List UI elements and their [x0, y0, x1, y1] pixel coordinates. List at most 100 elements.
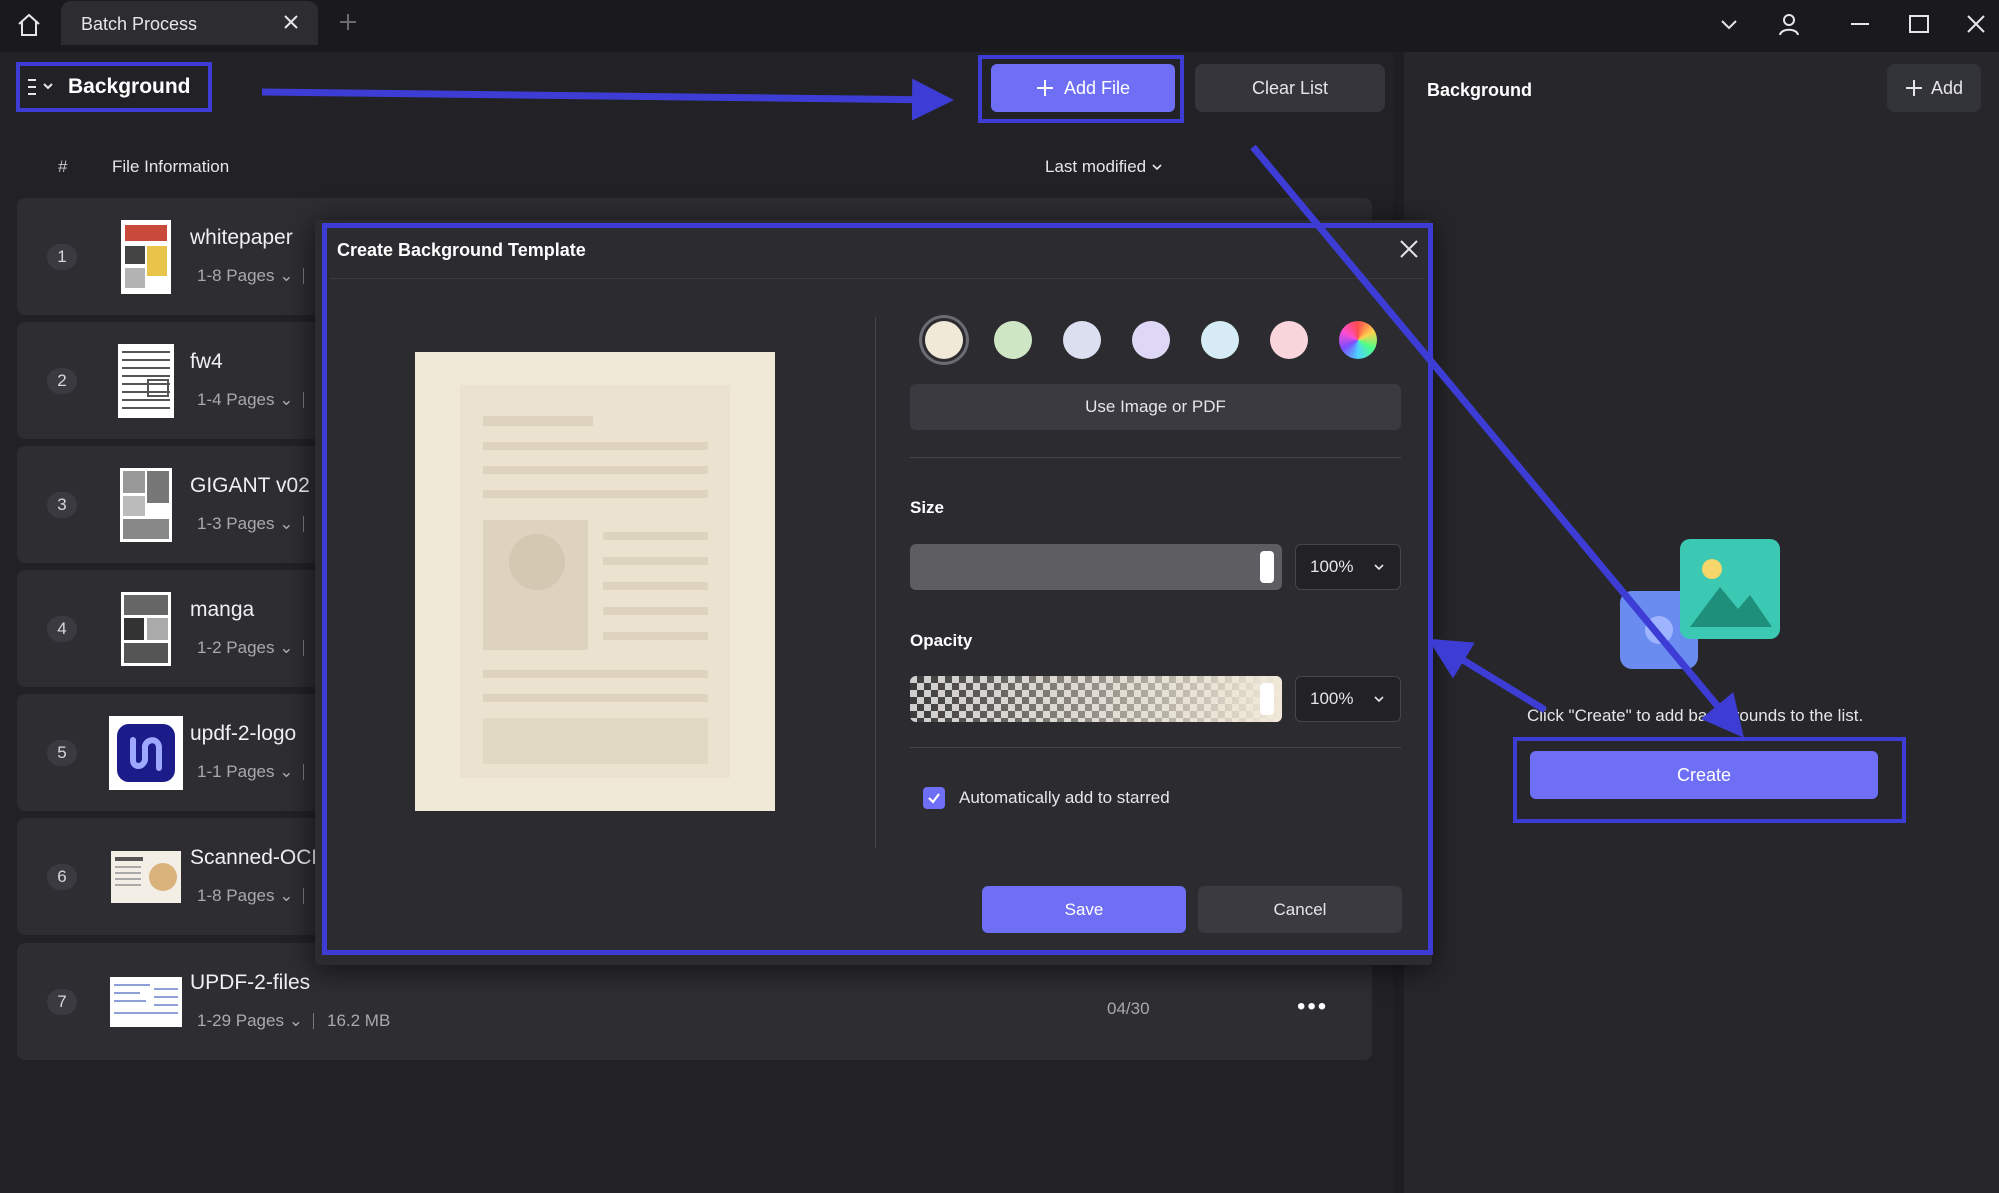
file-thumbnail	[109, 468, 183, 542]
page-range: 1-29 Pages	[197, 1011, 284, 1030]
home-icon[interactable]	[12, 8, 46, 42]
file-name: Scanned-OCR	[190, 846, 327, 869]
file-thumbnail	[109, 716, 183, 790]
file-thumbnail	[109, 965, 183, 1039]
divider	[910, 457, 1401, 458]
page-range-dropdown[interactable]: 1-3 Pages ⌄	[197, 514, 293, 534]
swatch-lavender[interactable]	[1132, 321, 1170, 359]
add-file-label: Add File	[1063, 77, 1131, 98]
size-select[interactable]: 100%	[1295, 544, 1401, 590]
slider-handle[interactable]	[1260, 551, 1274, 583]
file-thumbnail	[109, 592, 183, 666]
page-range-dropdown[interactable]: 1-29 Pages ⌄	[197, 1011, 303, 1031]
page-range-dropdown[interactable]: 1-4 Pages ⌄	[197, 390, 293, 410]
user-icon[interactable]	[1774, 9, 1804, 39]
file-name: updf-2-logo	[190, 722, 297, 745]
separator	[313, 1013, 314, 1029]
size-value: 100%	[1310, 557, 1354, 576]
sort-dropdown[interactable]: Last modified	[1045, 157, 1163, 177]
tab-batch-process[interactable]: Batch Process	[61, 1, 318, 45]
add-file-button[interactable]: Add File	[991, 64, 1175, 112]
page-range-dropdown[interactable]: 1-8 Pages ⌄	[197, 266, 293, 286]
file-thumbnail	[109, 344, 183, 418]
window-close-icon[interactable]	[1961, 9, 1991, 39]
dialog-title: Create Background Template	[337, 240, 586, 260]
row-number: 3	[47, 492, 77, 518]
file-name: UPDF-2-files	[190, 971, 311, 994]
separator	[303, 516, 304, 532]
opacity-slider[interactable]	[910, 676, 1282, 722]
clear-list-button[interactable]: Clear List	[1195, 64, 1385, 112]
slider-fill	[910, 544, 1282, 590]
row-number: 2	[47, 368, 77, 394]
plus-icon	[1905, 80, 1922, 96]
page-range-dropdown[interactable]: 1-1 Pages ⌄	[197, 762, 293, 782]
file-name: fw4	[190, 350, 223, 373]
size-label: Size	[910, 498, 945, 517]
chevron-down-icon: ⌄	[279, 638, 294, 657]
use-image-or-pdf-button[interactable]: Use Image or PDF	[910, 384, 1401, 430]
chevron-down-icon: ⌄	[279, 266, 294, 285]
divider	[910, 747, 1401, 748]
opacity-select[interactable]: 100%	[1295, 676, 1401, 722]
add-background-button[interactable]: Add	[1887, 64, 1981, 112]
more-options-icon[interactable]: •••	[1297, 993, 1328, 1021]
page-range: 1-8 Pages	[197, 886, 275, 905]
swatch-custom-color[interactable]	[1339, 321, 1377, 359]
create-hint: Click "Create" to add backgrounds to the…	[1527, 706, 1864, 725]
column-file-information: File Information	[112, 157, 230, 176]
background-title: Background	[68, 75, 191, 98]
swatch-beige[interactable]	[925, 321, 963, 359]
opacity-gradient	[910, 676, 1282, 722]
close-icon[interactable]	[1397, 237, 1421, 261]
plus-icon	[1036, 80, 1053, 96]
chevron-down-icon	[1374, 564, 1384, 571]
add-label: Add	[1930, 77, 1964, 98]
auto-star-checkbox[interactable]	[923, 787, 945, 809]
row-number: 1	[47, 244, 77, 270]
row-number: 7	[47, 989, 77, 1015]
chevron-down-icon	[1374, 696, 1384, 703]
chevron-down-icon: ⌄	[279, 514, 294, 533]
background-preview	[415, 352, 775, 811]
page-range: 1-2 Pages	[197, 638, 275, 657]
image-illustration-icon	[1620, 535, 1785, 670]
create-button[interactable]: Create	[1530, 751, 1878, 799]
page-range: 1-8 Pages	[197, 266, 275, 285]
cancel-button[interactable]: Cancel	[1198, 886, 1402, 933]
tab-title: Batch Process	[81, 14, 198, 34]
page-range-dropdown[interactable]: 1-2 Pages ⌄	[197, 638, 293, 658]
swatch-green[interactable]	[994, 321, 1032, 359]
swatch-lavender-gray[interactable]	[1063, 321, 1101, 359]
chevron-down-icon: ⌄	[279, 886, 294, 905]
page-range: 1-4 Pages	[197, 390, 275, 409]
chevron-down-icon[interactable]	[1714, 9, 1744, 39]
swatch-pink[interactable]	[1270, 321, 1308, 359]
swatch-light-blue[interactable]	[1201, 321, 1239, 359]
separator	[303, 764, 304, 780]
column-number: #	[58, 157, 68, 176]
save-button[interactable]: Save	[982, 886, 1186, 933]
page-range-dropdown[interactable]: 1-8 Pages ⌄	[197, 886, 293, 906]
auto-star-label: Automatically add to starred	[959, 788, 1170, 807]
separator	[303, 640, 304, 656]
sort-label: Last modified	[1045, 157, 1147, 176]
close-icon[interactable]	[280, 11, 302, 33]
page-range: 1-1 Pages	[197, 762, 275, 781]
checkmark-icon	[928, 793, 940, 804]
file-thumbnail	[109, 220, 183, 294]
slider-handle[interactable]	[1260, 683, 1274, 715]
plus-icon[interactable]	[336, 10, 360, 34]
opacity-value: 100%	[1310, 689, 1354, 708]
file-name: GIGANT v02	[190, 474, 310, 497]
separator	[303, 392, 304, 408]
file-name: whitepaper	[190, 226, 293, 249]
minimize-icon[interactable]	[1845, 9, 1875, 39]
separator	[303, 268, 304, 284]
maximize-icon[interactable]	[1904, 9, 1934, 39]
size-slider[interactable]	[910, 544, 1282, 590]
chevron-down-icon: ⌄	[279, 390, 294, 409]
divider	[875, 317, 876, 848]
background-dropdown[interactable]: Background	[16, 62, 212, 112]
separator	[303, 888, 304, 904]
